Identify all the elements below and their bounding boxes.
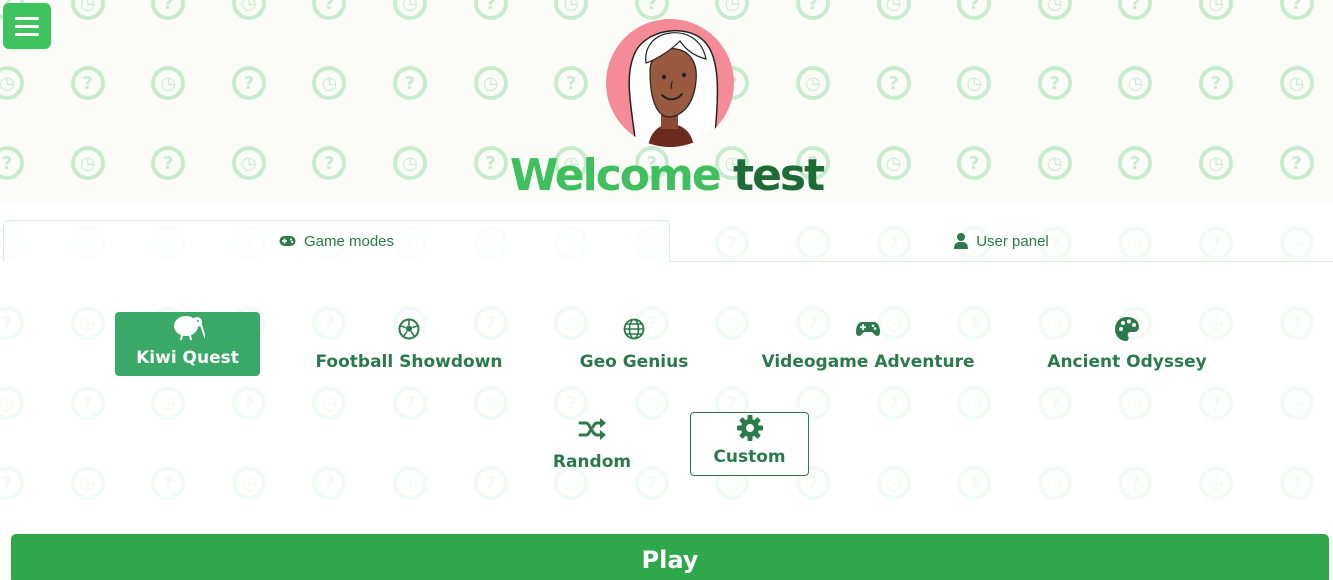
question-pattern-icon: ? [1118, 0, 1153, 20]
clock-pattern-icon: ◷ [231, 0, 266, 20]
clock-pattern-icon: ◷ [1199, 0, 1233, 20]
question-pattern-icon: ? [393, 386, 427, 420]
question-pattern-icon: ? [957, 0, 992, 20]
question-pattern-icon: ? [876, 386, 911, 420]
clock-pattern-icon: ◷ [715, 0, 750, 20]
welcome-word: Welcome [509, 150, 722, 201]
question-pattern-icon: ? [473, 466, 508, 500]
clock-pattern-icon: ◷ [393, 466, 427, 500]
palette-icon [1115, 317, 1139, 341]
question-pattern-icon: ? [70, 66, 105, 100]
shuffle-icon [578, 418, 606, 440]
clock-pattern-icon: ◷ [70, 466, 105, 500]
mode-ancient-odyssey[interactable]: Ancient Odyssey [1046, 312, 1208, 376]
clock-pattern-icon: ◷ [70, 306, 105, 340]
mode-random[interactable]: Random [546, 412, 638, 476]
clock-pattern-icon: ◷ [554, 0, 589, 20]
question-pattern-icon: ? [1279, 0, 1314, 20]
clock-pattern-icon: ◷ [1199, 466, 1233, 500]
user-icon [954, 233, 969, 249]
gear-icon [736, 415, 763, 441]
menu-button[interactable] [3, 3, 51, 49]
mode-label: Football Showdown [315, 352, 503, 372]
clock-pattern-icon: ◷ [715, 306, 750, 340]
mode-label: Kiwi Quest [136, 348, 239, 368]
clock-pattern-icon: ◷ [634, 386, 669, 420]
gamepad-icon [856, 322, 880, 336]
clock-pattern-icon: ◷ [231, 466, 266, 500]
question-pattern-icon: ? [312, 0, 347, 20]
mode-videogame-adventure[interactable]: Videogame Adventure [761, 312, 975, 376]
mode-kiwi-quest[interactable]: Kiwi Quest [115, 312, 260, 376]
gamepad-icon [279, 236, 296, 246]
clock-pattern-icon: ◷ [151, 66, 186, 100]
clock-pattern-icon: ◷ [0, 386, 24, 420]
mode-label: Geo Genius [579, 352, 689, 372]
mode-label: Random [552, 452, 632, 472]
question-pattern-icon: ? [312, 466, 347, 500]
question-pattern-icon: ? [0, 466, 24, 500]
question-pattern-icon: ? [796, 0, 830, 20]
clock-pattern-icon: ◷ [957, 66, 992, 100]
clock-pattern-icon: ◷ [1037, 0, 1072, 20]
welcome-username: test [733, 150, 825, 201]
hamburger-icon [15, 16, 39, 20]
clock-pattern-icon: ◷ [1037, 466, 1072, 500]
tab-label: User panel [976, 232, 1049, 250]
mode-custom[interactable]: Custom [690, 412, 809, 476]
question-pattern-icon: ? [473, 0, 508, 20]
tab-label: Game modes [303, 232, 395, 250]
clock-pattern-icon: ◷ [473, 66, 508, 100]
clock-pattern-icon: ◷ [796, 66, 830, 100]
mode-geo-genius[interactable]: Geo Genius [570, 312, 698, 376]
mode-label: Custom [713, 447, 786, 467]
question-pattern-icon: ? [151, 466, 186, 500]
question-pattern-icon: ? [554, 66, 589, 100]
avatar [606, 19, 734, 147]
question-pattern-icon: ? [634, 0, 669, 20]
clock-pattern-icon: ◷ [393, 0, 427, 20]
tab-bar: Game modes User panel [3, 220, 1333, 262]
clock-pattern-icon: ◷ [0, 66, 24, 100]
question-pattern-icon: ? [1279, 306, 1314, 340]
clock-pattern-icon: ◷ [312, 66, 347, 100]
question-pattern-icon: ? [0, 306, 24, 340]
question-pattern-icon: ? [1199, 386, 1233, 420]
clock-pattern-icon: ◷ [876, 466, 911, 500]
question-pattern-icon: ? [1037, 386, 1072, 420]
question-pattern-icon: ? [1118, 466, 1153, 500]
question-pattern-icon: ? [231, 66, 266, 100]
clock-pattern-icon: ◷ [1279, 386, 1314, 420]
football-icon [398, 318, 420, 340]
welcome-heading: Welcome test [0, 150, 1333, 201]
clock-pattern-icon: ◷ [70, 0, 105, 20]
clock-pattern-icon: ◷ [1279, 66, 1314, 100]
question-pattern-icon: ? [957, 466, 992, 500]
question-pattern-icon: ? [393, 66, 427, 100]
clock-pattern-icon: ◷ [957, 386, 992, 420]
mode-football-showdown[interactable]: Football Showdown [315, 312, 503, 376]
play-button[interactable]: Play [11, 534, 1329, 580]
globe-icon [623, 318, 645, 340]
tab-game-modes[interactable]: Game modes [3, 220, 670, 262]
kiwi-icon [173, 316, 205, 341]
mode-label: Videogame Adventure [761, 352, 975, 372]
question-pattern-icon: ? [70, 386, 105, 420]
question-pattern-icon: ? [1037, 66, 1072, 100]
clock-pattern-icon: ◷ [876, 0, 911, 20]
question-pattern-icon: ? [1279, 466, 1314, 500]
clock-pattern-icon: ◷ [151, 386, 186, 420]
clock-pattern-icon: ◷ [312, 386, 347, 420]
mode-label: Ancient Odyssey [1047, 352, 1207, 372]
clock-pattern-icon: ◷ [473, 386, 508, 420]
question-pattern-icon: ? [151, 0, 186, 20]
question-pattern-icon: ? [231, 386, 266, 420]
clock-pattern-icon: ◷ [1118, 386, 1153, 420]
question-pattern-icon: ? [1199, 66, 1233, 100]
tab-user-panel[interactable]: User panel [670, 220, 1333, 262]
clock-pattern-icon: ◷ [1118, 66, 1153, 100]
question-pattern-icon: ? [876, 66, 911, 100]
avatar-illustration [628, 29, 719, 147]
question-pattern-icon: ? [634, 466, 669, 500]
